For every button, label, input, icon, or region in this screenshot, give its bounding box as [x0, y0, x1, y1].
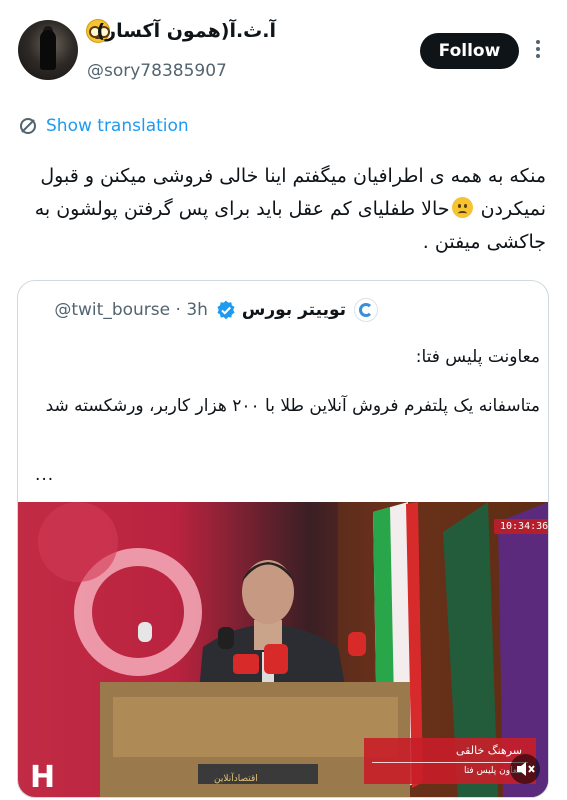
author-display-name[interactable]: آ.ث.آ(همون آکسار) — [96, 20, 276, 42]
quoted-author-handle[interactable]: @twit_bourse — [54, 300, 170, 320]
quoted-tweet-text: معاونت پلیس فتا: متاسفانه یک پلتفرم فروش… — [34, 343, 540, 421]
video-caption-box: سرهنگ خالقی معاون پلیس فتا — [364, 738, 536, 784]
quoted-tweet-card[interactable]: توییتر بورس @twit_bourse · 3h معاونت پلی… — [17, 280, 549, 798]
quoted-tweet-video[interactable]: H 10:34:36 اقتصادآنلاین سرهنگ خالقی معاو… — [18, 502, 548, 797]
sad-face-emoji-icon — [451, 197, 473, 218]
quoted-tweet-time[interactable]: 3h — [186, 300, 208, 320]
verified-badge-icon — [217, 300, 235, 320]
mute-icon[interactable] — [510, 754, 540, 784]
show-translation-label: Show translation — [46, 116, 189, 136]
podium-logo-text: اقتصادآنلاین — [214, 774, 258, 784]
quoted-author-avatar[interactable] — [354, 298, 378, 322]
caption-divider — [372, 762, 528, 763]
translate-icon — [20, 118, 36, 134]
video-timestamp: 10:34:36 — [494, 519, 548, 534]
tweet-text: منکه به همه ی اطرافیان میگفتم اینا خالی … — [26, 160, 546, 259]
more-vertical-icon[interactable] — [535, 40, 541, 60]
quoted-author-name[interactable]: توییتر بورس — [242, 300, 346, 320]
author-handle[interactable]: @sory78385907 — [87, 61, 227, 81]
show-translation-link[interactable]: Show translation — [18, 116, 189, 136]
quoted-author-handle-time: @twit_bourse · 3h — [54, 300, 208, 320]
quoted-tweet-paragraph-1: معاونت پلیس فتا: — [415, 347, 540, 367]
quoted-tweet-ellipsis: ... — [35, 465, 55, 485]
quoted-tweet-header: توییتر بورس @twit_bourse · 3h — [38, 295, 378, 325]
quoted-tweet-paragraph-2: متاسفانه یک پلتفرم فروش آنلاین طلا با ۲۰… — [45, 396, 540, 416]
follow-button[interactable]: Follow — [420, 33, 519, 69]
caption-name: سرهنگ خالقی — [456, 744, 522, 757]
svg-text:H: H — [30, 760, 55, 795]
author-avatar[interactable] — [18, 20, 78, 80]
